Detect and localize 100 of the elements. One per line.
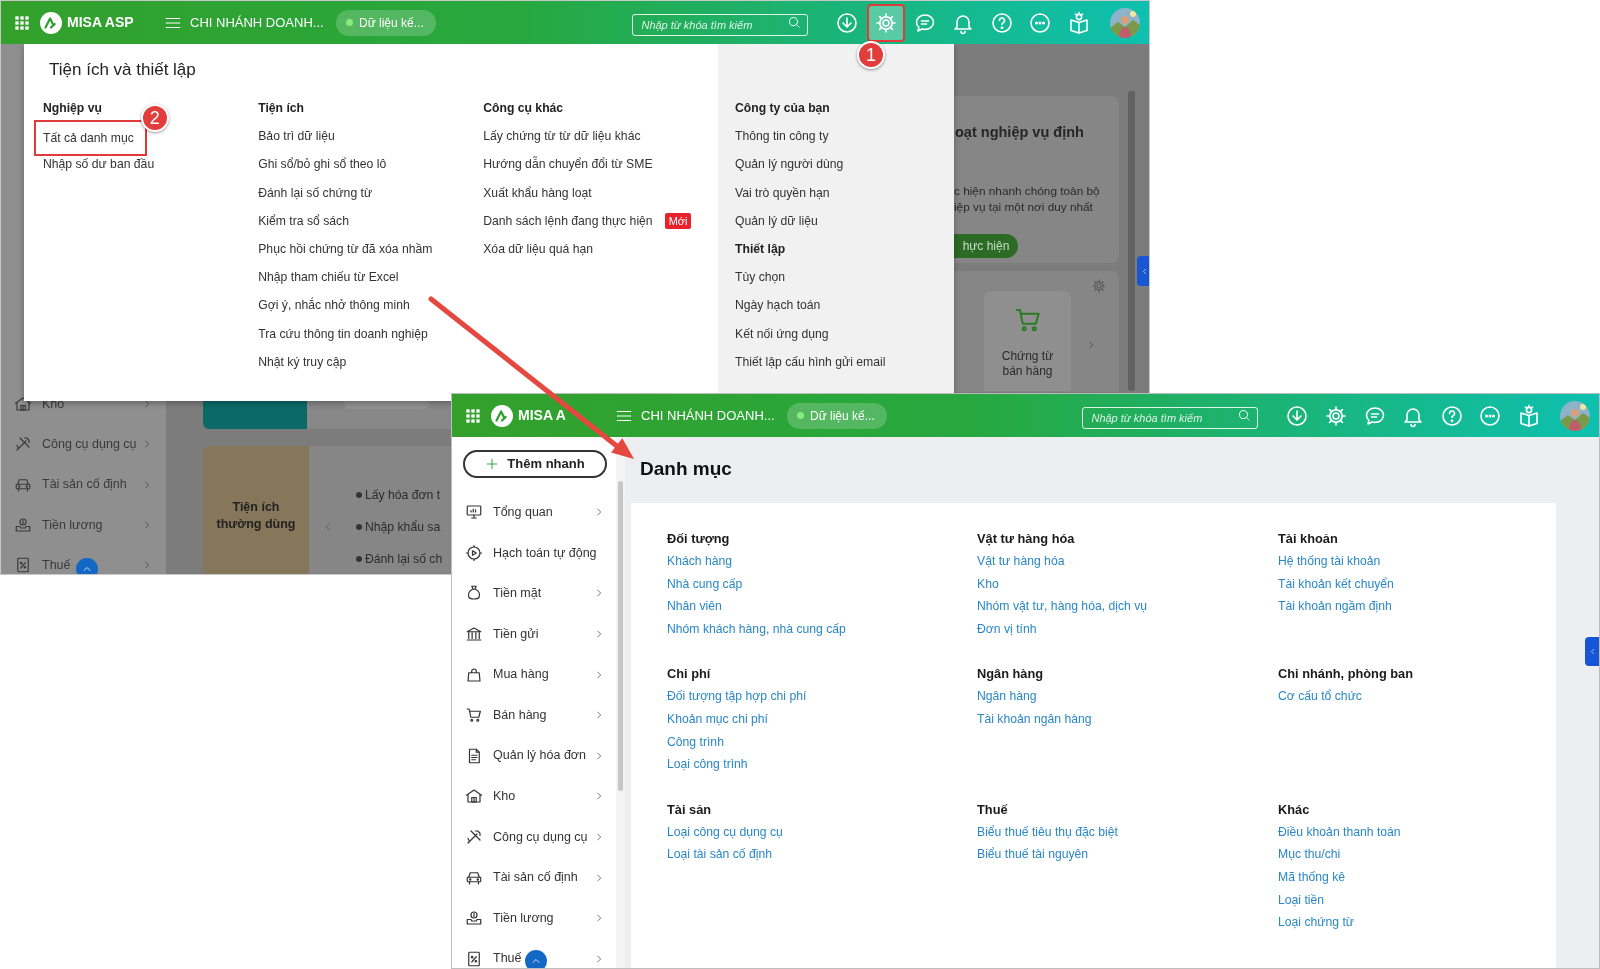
start-button[interactable]: hực hiện (954, 234, 1018, 258)
sidebar-item[interactable]: Tài sản cố định (452, 857, 616, 898)
category-link[interactable]: Mã thống kê (1278, 865, 1346, 889)
section-heading: Thiết lập (735, 241, 786, 256)
list-item[interactable]: Nhập khẩu sa (365, 519, 441, 535)
category-link[interactable]: Tài khoản kết chuyển (1278, 572, 1394, 596)
collapse-tab[interactable] (1585, 637, 1599, 666)
sidebar-item[interactable]: Bán hàng (452, 694, 616, 736)
list-item[interactable]: Lấy hóa đơn t (365, 487, 441, 503)
status-dot (346, 19, 353, 26)
search-field[interactable]: Nhập từ khóa tìm kiếm (632, 13, 809, 36)
menu-item[interactable]: Tùy chọn (735, 267, 794, 288)
menu-item[interactable]: Kết nối ứng dụng (735, 323, 837, 344)
sidebar-item[interactable]: Quản lý hóa đơn (452, 735, 616, 777)
search-icon (787, 15, 803, 30)
sidebar-item[interactable]: Tiền lương (1, 504, 166, 546)
category-link[interactable]: Loại công trình (667, 753, 748, 776)
category-link[interactable]: Biểu thuế tiêu thụ đặc biệt (977, 820, 1118, 844)
menu-item[interactable]: Ghi sổ/bỏ ghi sổ theo lô (258, 154, 395, 175)
menu-item[interactable]: Xóa dữ liệu quá hạn (483, 238, 602, 259)
download-icon (835, 10, 860, 35)
category-link[interactable]: Đối tượng tập hợp chi phí (667, 685, 807, 708)
menu-item[interactable]: Quản lý người dùng (735, 154, 852, 175)
menu-item[interactable]: Lấy chứng từ từ dữ liệu khác (483, 126, 649, 147)
menu-item[interactable]: Danh sách lệnh đang thực hiện (483, 210, 661, 231)
quick-add-button[interactable]: Thêm nhanh (463, 450, 607, 478)
sidebar-item[interactable]: Kho (452, 776, 616, 817)
section-heading: Chi phí (667, 665, 712, 684)
collapse-tab[interactable] (1137, 256, 1149, 286)
sidebar-item[interactable]: Mua hàng (452, 654, 616, 695)
sidebar-item[interactable]: Thuế (452, 938, 616, 968)
category-link[interactable]: Khách hàng (667, 550, 733, 573)
step-marker: 1 (857, 40, 886, 69)
menu-item[interactable]: Nhập tham chiếu từ Excel (258, 267, 407, 288)
sidebar-item[interactable]: Tài sản cố định (1, 464, 166, 505)
menu-item[interactable]: Thiết lập cấu hình gửi email (735, 351, 894, 372)
menu-item[interactable]: Đánh lại số chứng từ (258, 182, 381, 203)
category-link[interactable]: Loại công cụ dụng cụ (667, 820, 783, 844)
section-heading: Thuế (977, 800, 1009, 819)
status-pill[interactable]: Dữ liệu kế... (787, 402, 887, 429)
category-link[interactable]: Tài khoản ngân hàng (977, 707, 1092, 731)
menu-item[interactable]: Quản lý dữ liệu (735, 210, 826, 231)
money-bag-icon (465, 584, 483, 603)
sidebar-item[interactable]: Công cụ dụng cụ (1, 424, 166, 465)
status-pill[interactable]: Dữ liệu kế... (336, 9, 436, 36)
category-link[interactable]: Hệ thống tài khoản (1278, 550, 1381, 573)
sidebar-item[interactable]: Tiền gửi (452, 613, 616, 655)
category-link[interactable]: Ngân hàng (977, 685, 1037, 708)
category-link[interactable]: Công trình (667, 730, 724, 754)
menu-item[interactable]: Bảo trì dữ liệu (258, 126, 343, 147)
download-icon (1285, 403, 1310, 428)
category-link[interactable]: Đơn vị tính (977, 617, 1037, 641)
apps-icon[interactable] (465, 407, 481, 424)
page-title: Danh mục (639, 457, 733, 481)
category-link[interactable]: Loại tài sản cố định (667, 843, 773, 866)
branch-name[interactable]: CHI NHÁNH DOANH... (190, 12, 336, 33)
category-link[interactable]: Khoản mục chi phí (667, 707, 768, 731)
section-heading: Tài khoản (1278, 530, 1339, 548)
sidebar-item[interactable]: Tiền lương (452, 897, 616, 939)
category-link[interactable]: Loại chứng từ (1278, 911, 1354, 934)
menu-item[interactable]: Vai trò quyền hạn (735, 182, 838, 203)
apps-icon[interactable] (14, 14, 30, 31)
category-link[interactable]: Loại tiền (1278, 888, 1325, 912)
list-item[interactable]: Đánh lại số ch (365, 551, 443, 567)
menu-item[interactable]: Phục hồi chứng từ đã xóa nhầm (258, 238, 441, 259)
branch-name[interactable]: CHI NHÁNH DOANH... (641, 405, 787, 426)
gear-play-icon (465, 543, 483, 562)
search-field[interactable]: Nhập từ khóa tìm kiếm (1082, 406, 1259, 429)
category-link[interactable]: Nhân viên (667, 595, 722, 618)
category-link[interactable]: Tài khoản ngầm định (1278, 595, 1392, 618)
category-link[interactable]: Vật tư hàng hóa (977, 550, 1065, 573)
menu-item[interactable]: Hướng dẫn chuyển đổi từ SME (483, 154, 661, 175)
category-link[interactable]: Biểu thuế tài nguyên (977, 843, 1089, 866)
sidebar-item[interactable]: Hạch toán tự động (452, 532, 616, 574)
menu-item[interactable]: Thông tin công ty (735, 126, 837, 147)
sidebar-item[interactable]: Công cụ dụng cụ (452, 816, 616, 858)
more-icon (1028, 10, 1053, 35)
sidebar-item[interactable]: Tiền mặt (452, 573, 616, 614)
menu-item[interactable]: Nhập số dư ban đầu (43, 154, 163, 175)
category-link[interactable]: Nhà cung cấp (667, 572, 743, 596)
category-link[interactable]: Mục thu/chi (1278, 843, 1341, 866)
category-link[interactable]: Cơ cấu tổ chức (1278, 685, 1362, 708)
menu-item[interactable]: Xuất khẩu hàng loạt (483, 182, 600, 203)
category-link[interactable]: Điều khoản thanh toán (1278, 820, 1401, 844)
category-link[interactable]: Nhóm khách hàng, nhà cung cấp (667, 617, 846, 641)
step-marker: 2 (140, 104, 169, 133)
menu-item[interactable]: Tra cứu thông tin doanh nghiệp (258, 323, 436, 344)
scrollbar-thumb[interactable] (618, 481, 623, 791)
category-link[interactable]: Kho (977, 572, 999, 596)
settings-button[interactable] (869, 5, 904, 40)
category-link[interactable]: Nhóm vật tư, hàng hóa, dịch vụ (977, 595, 1148, 618)
menu-item[interactable]: Nhật ký truy cập (258, 351, 355, 372)
settings-icon[interactable] (1091, 278, 1107, 294)
menu-item[interactable]: Ngày hạch toán (735, 295, 829, 316)
sidebar-item[interactable]: Tổng quan (452, 492, 616, 533)
menu-item[interactable]: Gợi ý, nhắc nhở thông minh (258, 295, 418, 316)
shortcut-tile[interactable]: Chứng từ bán hàng (984, 291, 1071, 391)
scroll-top-button[interactable] (525, 950, 547, 968)
menu-item[interactable]: Kiểm tra sổ sách (258, 210, 357, 231)
section-heading: Vật tư hàng hóa (977, 530, 1076, 548)
